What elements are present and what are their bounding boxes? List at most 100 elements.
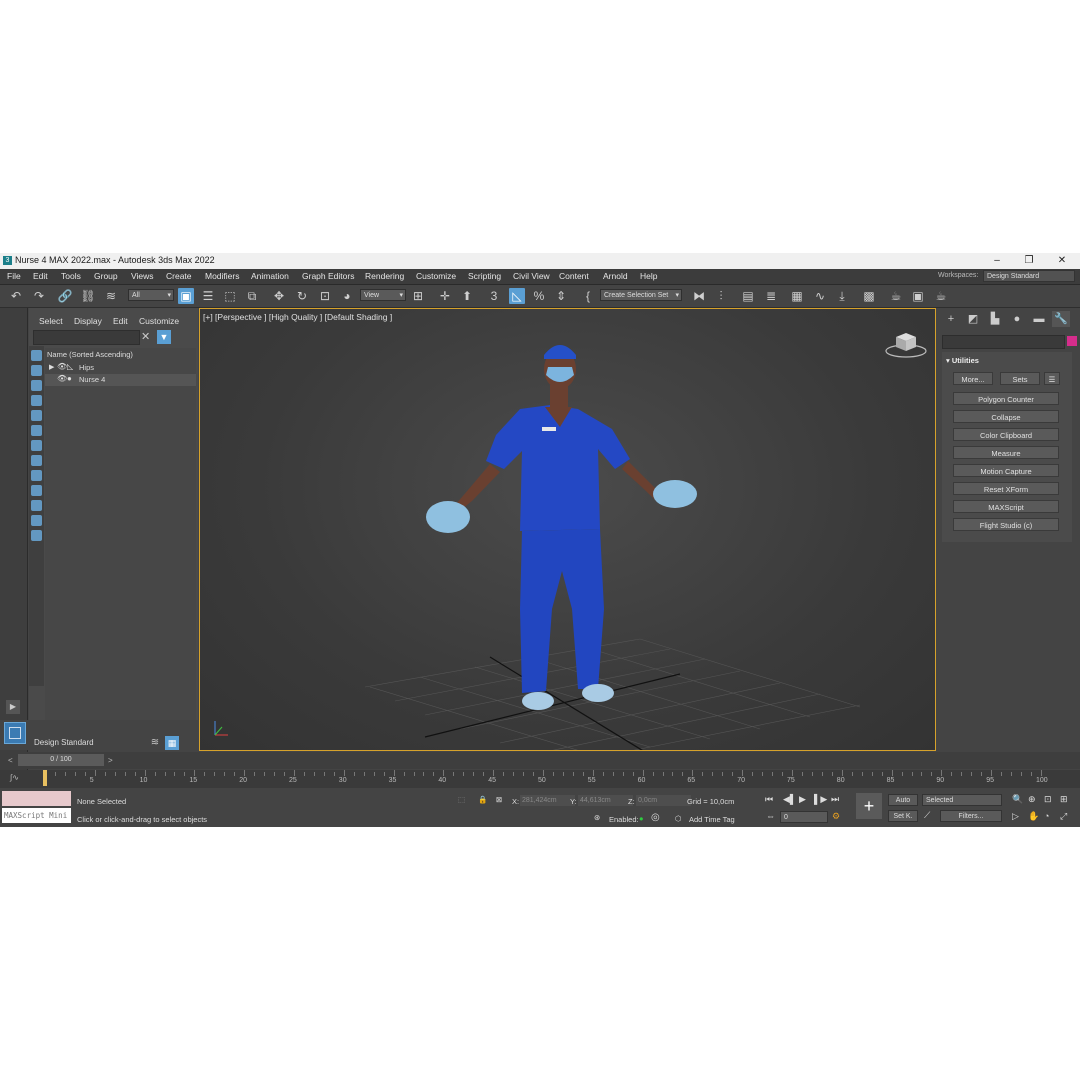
zoom-extents-all-icon[interactable]: ⊞ xyxy=(1060,794,1068,805)
flight-studio-button[interactable]: Flight Studio (c) xyxy=(953,518,1059,531)
next-frame-icon[interactable]: > xyxy=(108,756,113,765)
isolate-selection-icon[interactable]: ⬚ xyxy=(458,795,465,804)
render-production-icon[interactable]: ☕ xyxy=(933,288,949,304)
polygon-counter-button[interactable]: Polygon Counter xyxy=(953,392,1059,405)
add-time-tag-button[interactable]: Add Time Tag xyxy=(689,815,735,824)
auto-key-button[interactable]: Auto xyxy=(888,794,918,806)
expand-icon[interactable]: ▶ xyxy=(49,363,54,371)
select-object-icon[interactable]: ▣ xyxy=(178,288,194,304)
menu-content[interactable]: Content xyxy=(559,271,589,281)
explorer-tab-customize[interactable]: Customize xyxy=(139,316,179,326)
zoom-all-icon[interactable]: ⊕ xyxy=(1028,794,1036,805)
color-clipboard-button[interactable]: Color Clipboard xyxy=(953,428,1059,441)
adaptive-degradation-icon[interactable]: ⊛ xyxy=(594,813,600,822)
expand-panel-icon[interactable]: ▶ xyxy=(6,700,20,714)
default-in-out-tangents-icon[interactable]: ⟋ xyxy=(924,810,930,821)
menu-tools[interactable]: Tools xyxy=(61,271,81,281)
current-time-marker[interactable] xyxy=(43,770,47,786)
sort-by-hierarchy-icon[interactable]: ▦ xyxy=(165,736,179,750)
display-geometry-icon[interactable] xyxy=(31,365,42,376)
time-slider[interactable]: < 0 / 100 > xyxy=(0,752,1080,769)
display-cameras-icon[interactable] xyxy=(31,410,42,421)
spinner-snap-icon[interactable]: ⇕ xyxy=(553,288,569,304)
layer-explorer-icon[interactable]: ≣ xyxy=(763,288,779,304)
utilities-tab-icon[interactable]: 🔧 xyxy=(1052,311,1070,327)
menu-scripting[interactable]: Scripting xyxy=(468,271,501,281)
explorer-search-input[interactable] xyxy=(33,330,140,345)
render-setup-icon[interactable]: ☕ xyxy=(888,288,904,304)
link-icon[interactable]: 🔗 xyxy=(57,288,73,304)
selection-lock-icon[interactable]: 🔒 xyxy=(478,795,487,804)
explorer-tab-select[interactable]: Select xyxy=(39,316,63,326)
previous-frame-icon[interactable]: < xyxy=(8,756,13,765)
time-configuration-icon[interactable]: ⚙ xyxy=(832,811,840,822)
snaps-toggle-icon[interactable]: 3 xyxy=(486,288,502,304)
enabled-indicator-icon[interactable]: ● xyxy=(639,814,644,823)
rendered-frame-window-icon[interactable]: ▣ xyxy=(910,288,926,304)
go-to-end-icon[interactable]: ⏭ xyxy=(831,794,839,805)
display-hidden-icon[interactable] xyxy=(31,530,42,541)
track-bar[interactable]: ∫∿ 5 10 15 20 25 30 35 40 45 50 55 60 65 70 75 80 85 90 95… xyxy=(0,770,1080,788)
display-helpers-icon[interactable] xyxy=(31,425,42,436)
next-key-icon[interactable]: ▌▶ xyxy=(814,794,827,805)
rotate-icon[interactable]: ↻ xyxy=(294,288,310,304)
eye-icon[interactable]: 👁 xyxy=(57,362,67,371)
display-none-icon[interactable] xyxy=(31,350,42,361)
bind-space-warp-icon[interactable]: ≋ xyxy=(103,288,119,304)
hierarchy-tab-icon[interactable]: ▙ xyxy=(986,311,1004,327)
redo-icon[interactable]: ↷ xyxy=(31,288,47,304)
scene-explorer-icon[interactable]: ▤ xyxy=(740,288,756,304)
eye-icon[interactable]: 👁 xyxy=(57,374,67,383)
menu-customize[interactable]: Customize xyxy=(416,271,456,281)
key-filter-selection-dropdown[interactable]: Selected xyxy=(922,794,1002,806)
rollout-title[interactable]: ▾ Utilities xyxy=(946,356,979,365)
create-tab-icon[interactable]: + xyxy=(942,311,960,327)
display-xrefs-icon[interactable] xyxy=(31,470,42,481)
maxscript-mini-input[interactable]: MAXScript Mini xyxy=(2,808,71,823)
menu-group[interactable]: Group xyxy=(94,271,118,281)
viewport-layout-icon[interactable] xyxy=(4,722,26,744)
motion-tab-icon[interactable]: ● xyxy=(1008,311,1026,327)
zoom-extents-icon[interactable]: ⊡ xyxy=(1044,794,1052,805)
play-icon[interactable]: ▶ xyxy=(799,794,806,805)
menu-arnold[interactable]: Arnold xyxy=(603,271,628,281)
edit-named-selection-icon[interactable]: { xyxy=(580,288,596,304)
schematic-view-icon[interactable]: ⤓ xyxy=(834,288,850,304)
object-name-input[interactable] xyxy=(942,335,1065,349)
mirror-icon[interactable]: ⧓ xyxy=(691,288,707,304)
previous-key-icon[interactable]: ◀▌ xyxy=(783,794,796,805)
menu-modifiers[interactable]: Modifiers xyxy=(205,271,239,281)
material-editor-icon[interactable]: ▩ xyxy=(861,288,877,304)
maxscript-listener-output[interactable] xyxy=(2,791,71,806)
x-coordinate-field[interactable]: 281,424cm xyxy=(520,795,575,806)
pivot-center-icon[interactable]: ⊞ xyxy=(410,288,426,304)
minimize-button[interactable]: – xyxy=(982,254,1012,268)
more-button[interactable]: More... xyxy=(953,372,993,385)
display-space-warps-icon[interactable] xyxy=(31,440,42,451)
scale-icon[interactable]: ⊡ xyxy=(317,288,333,304)
selection-filter-dropdown[interactable]: All xyxy=(128,289,174,302)
menu-file[interactable]: File xyxy=(7,271,21,281)
key-filters-button[interactable]: Filters... xyxy=(940,810,1002,822)
ribbon-toggle-icon[interactable]: ▦ xyxy=(789,288,805,304)
align-icon[interactable]: ⫶ xyxy=(713,288,729,304)
angle-snap-icon[interactable]: ◺ xyxy=(509,288,525,304)
sort-by-layer-icon[interactable]: ≋ xyxy=(148,736,162,750)
menu-create[interactable]: Create xyxy=(166,271,192,281)
clear-search-icon[interactable]: ✕ xyxy=(141,330,150,343)
y-coordinate-field[interactable]: 44,613cm xyxy=(578,795,633,806)
display-particles-icon[interactable] xyxy=(31,515,42,526)
named-selection-set-dropdown[interactable]: Create Selection Set xyxy=(600,289,682,302)
display-groups-icon[interactable] xyxy=(31,455,42,466)
filter-icon[interactable]: ▼ xyxy=(157,330,171,344)
time-slider-thumb[interactable]: 0 / 100 xyxy=(18,754,104,766)
explorer-tab-display[interactable]: Display xyxy=(74,316,102,326)
menu-animation[interactable]: Animation xyxy=(251,271,289,281)
display-bones-icon[interactable] xyxy=(31,485,42,496)
maxscript-button[interactable]: MAXScript xyxy=(953,500,1059,513)
menu-graph-editors[interactable]: Graph Editors xyxy=(302,271,354,281)
percent-snap-icon[interactable]: % xyxy=(531,288,547,304)
list-item[interactable]: 👁 ● Nurse 4 xyxy=(45,374,196,386)
sets-button[interactable]: Sets xyxy=(1000,372,1040,385)
maximize-viewport-icon[interactable]: ⤢ xyxy=(1060,811,1067,822)
